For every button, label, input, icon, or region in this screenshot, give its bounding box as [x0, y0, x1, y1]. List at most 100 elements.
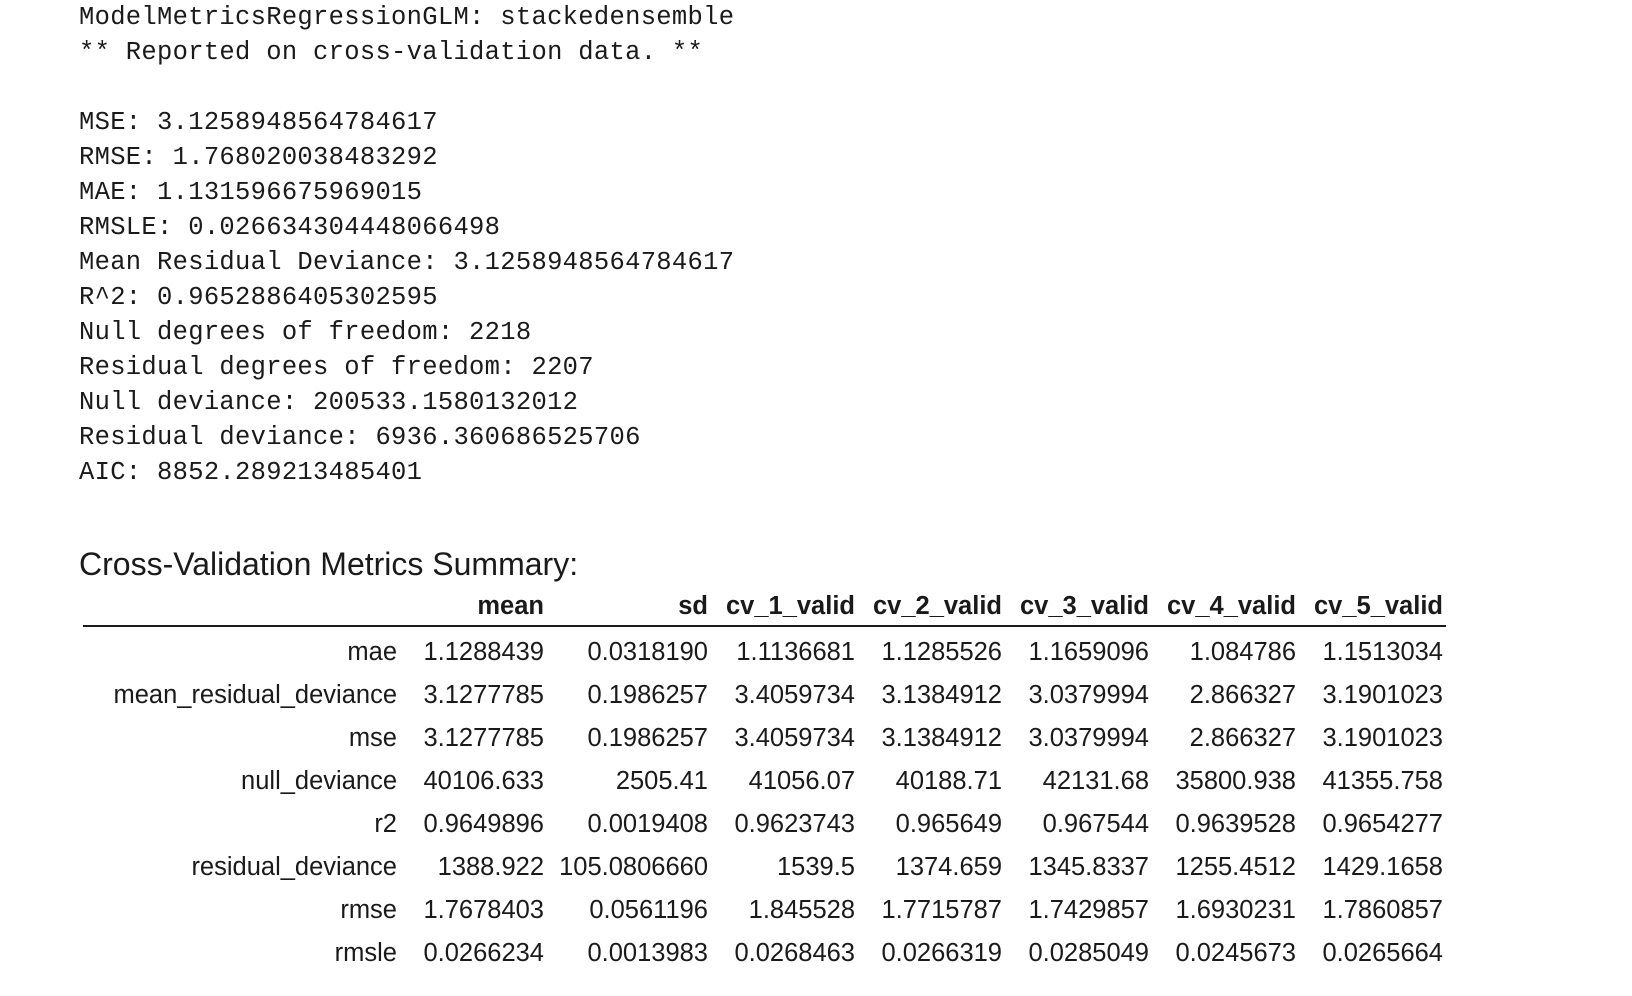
table-cell: 3.1901023	[1322, 681, 1443, 709]
table-cell: 1.7715787	[881, 896, 1002, 924]
metric-line-null-dof: Null degrees of freedom: 2218	[79, 318, 532, 347]
table-cell: 3.4059734	[734, 724, 855, 752]
column-header-sd: sd	[547, 588, 711, 627]
table-cell: 0.9649896	[423, 810, 544, 838]
table-cell: 0.0318190	[587, 638, 708, 666]
table-cell: 3.1277785	[423, 681, 544, 709]
table-row: mse 3.1277785 0.1986257 3.4059734 3.1384912 3…	[83, 717, 1446, 760]
cv-metrics-table: mean sd cv_1_valid cv_2_valid cv_3_valid…	[83, 588, 1446, 975]
table-cell: 3.1277785	[423, 724, 544, 752]
table-cell: 1.1659096	[1028, 638, 1149, 666]
table-body: mae 1.1288439 0.0318190 1.1136681 1.1285526 1…	[83, 626, 1446, 975]
model-metrics-output: ModelMetricsRegressionGLM: stackedensemb…	[79, 0, 1632, 490]
table-cell: 3.1384912	[881, 724, 1002, 752]
table-header-row: mean sd cv_1_valid cv_2_valid cv_3_valid…	[83, 588, 1446, 627]
table-cell: 0.0013983	[587, 939, 708, 967]
table-cell: 0.0285049	[1028, 939, 1149, 967]
table-cell: 1.1136681	[736, 638, 855, 666]
table-cell: 0.1986257	[587, 724, 708, 752]
table-cell: 0.9623743	[734, 810, 855, 838]
table-cell: 1429.1658	[1322, 853, 1443, 881]
table-cell: 0.9639528	[1175, 810, 1296, 838]
table-row: rmsle 0.0266234 0.0013983 0.0268463 0.026631…	[83, 932, 1446, 975]
table-cell: 3.0379994	[1028, 681, 1149, 709]
table-cell: 1.1288439	[423, 638, 544, 666]
table-cell: 0.0561196	[589, 896, 708, 924]
table-cell: 0.967544	[1042, 810, 1149, 838]
cross-validation-note: ** Reported on cross-validation data. **	[79, 38, 704, 67]
table-cell: 0.1986257	[587, 681, 708, 709]
table-cell: 1.1513034	[1322, 638, 1443, 666]
metric-line-residual-dof: Residual degrees of freedom: 2207	[79, 353, 594, 382]
model-metrics-header: ModelMetricsRegressionGLM: stackedensemb…	[79, 3, 735, 32]
table-cell: 1374.659	[895, 853, 1002, 881]
table-cell: 0.0268463	[734, 939, 855, 967]
table-cell: 105.0806660	[559, 853, 708, 881]
table-cell: 35800.938	[1175, 767, 1296, 795]
metric-line-aic: AIC: 8852.289213485401	[79, 458, 423, 487]
column-header-cv-2: cv_2_valid	[858, 588, 1005, 627]
table-cell: 1.084786	[1189, 638, 1296, 666]
table-cell: 3.1384912	[881, 681, 1002, 709]
table-cell: 2.866327	[1189, 681, 1296, 709]
table-cell: 0.0266319	[881, 939, 1002, 967]
table-cell: 3.4059734	[734, 681, 855, 709]
row-label: rmse	[340, 896, 397, 924]
table-cell: 1.6930231	[1175, 896, 1296, 924]
metric-line-rmse: RMSE: 1.768020038483292	[79, 143, 438, 172]
table-cell: 1.1285526	[881, 638, 1002, 666]
column-header-cv-4: cv_4_valid	[1152, 588, 1299, 627]
row-label: mae	[347, 638, 397, 666]
table-cell: 42131.68	[1042, 767, 1149, 795]
column-header-index	[83, 588, 403, 627]
metric-line-r2: R^2: 0.9652886405302595	[79, 283, 438, 312]
table-row: rmse 1.7678403 0.0561196 1.845528 1.7715787 1…	[83, 889, 1446, 932]
table-cell: 1255.4512	[1175, 853, 1296, 881]
metric-line-rmsle: RMSLE: 0.026634304448066498	[79, 213, 501, 242]
table-cell: 1.7429857	[1028, 896, 1149, 924]
table-row: null_deviance 40106.633 2505.41 41056.07 401…	[83, 760, 1446, 803]
metric-line-mean-residual-deviance: Mean Residual Deviance: 3.12589485647846…	[79, 248, 735, 277]
table-cell: 1.7860857	[1322, 896, 1443, 924]
table-cell: 0.0019408	[587, 810, 708, 838]
column-header-mean: mean	[403, 588, 547, 627]
table-cell: 2.866327	[1189, 724, 1296, 752]
table-cell: 3.1901023	[1322, 724, 1443, 752]
table-cell: 0.0266234	[423, 939, 544, 967]
table-row: mae 1.1288439 0.0318190 1.1136681 1.1285526 1…	[83, 626, 1446, 674]
table-cell: 41056.07	[748, 767, 855, 795]
column-header-cv-5: cv_5_valid	[1299, 588, 1446, 627]
row-label: residual_deviance	[191, 853, 397, 881]
row-label: mse	[348, 724, 397, 752]
row-label: mean_residual_deviance	[113, 681, 397, 709]
metric-line-mse: MSE: 3.1258948564784617	[79, 108, 438, 137]
metric-line-residual-deviance: Residual deviance: 6936.360686525706	[79, 423, 641, 452]
table-cell: 2505.41	[615, 767, 708, 795]
table-row: r2 0.9649896 0.0019408 0.9623743 0.965649 0.9…	[83, 803, 1446, 846]
row-label: r2	[374, 810, 397, 838]
table-cell: 3.0379994	[1028, 724, 1149, 752]
metric-line-null-deviance: Null deviance: 200533.1580132012	[79, 388, 579, 417]
table-cell: 0.965649	[895, 810, 1002, 838]
column-header-cv-1: cv_1_valid	[711, 588, 858, 627]
notebook-output: ModelMetricsRegressionGLM: stackedensemb…	[79, 0, 1632, 967]
row-label: rmsle	[334, 939, 397, 967]
table-cell: 40188.71	[895, 767, 1002, 795]
table-cell: 1345.8337	[1028, 853, 1149, 881]
metric-line-mae: MAE: 1.131596675969015	[79, 178, 423, 207]
column-header-cv-3: cv_3_valid	[1005, 588, 1152, 627]
table-row: mean_residual_deviance 3.1277785 0.1986257…	[83, 674, 1446, 717]
table-cell: 0.9654277	[1322, 810, 1443, 838]
table-cell: 40106.633	[423, 767, 544, 795]
table-cell: 1.845528	[748, 896, 855, 924]
row-label: null_deviance	[241, 767, 397, 795]
table-cell: 1388.922	[437, 853, 544, 881]
table-cell: 0.0265664	[1322, 939, 1443, 967]
cv-summary-title: Cross-Validation Metrics Summary:	[79, 546, 579, 582]
table-cell: 1539.5	[777, 853, 855, 881]
table-row: residual_deviance 1388.922 105.0806660 1539…	[83, 846, 1446, 889]
table-cell: 0.0245673	[1175, 939, 1296, 967]
table-cell: 1.7678403	[423, 896, 544, 924]
table-cell: 41355.758	[1322, 767, 1443, 795]
